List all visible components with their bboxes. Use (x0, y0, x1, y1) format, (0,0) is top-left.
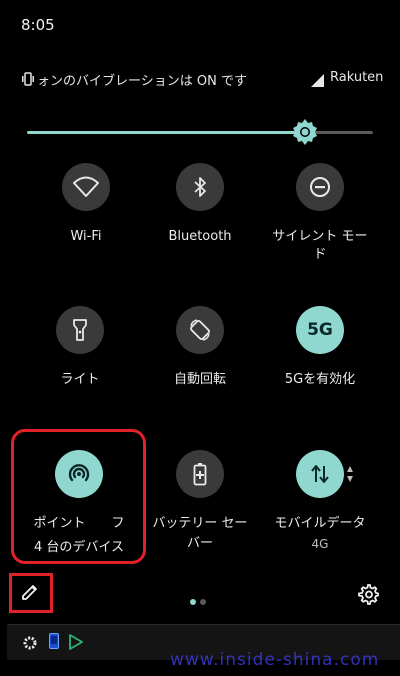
tile-label: ライト (60, 372, 100, 387)
bluetooth-icon (176, 163, 224, 211)
status-time: 8:05 (21, 16, 55, 34)
play-store-icon (69, 634, 83, 654)
do-not-disturb-icon (296, 163, 344, 211)
tile-5g[interactable]: 5G 5Gを有効化 (255, 306, 385, 436)
tile-label-line2: バー (186, 536, 213, 551)
settings-button[interactable] (357, 583, 379, 609)
signal-direction-icon (347, 466, 353, 486)
5g-icon-text: 5G (307, 320, 333, 340)
auto-rotate-icon (176, 306, 224, 354)
tile-subtitle: 4G (311, 537, 329, 551)
tile-wifi[interactable]: Wi-Fi (21, 163, 151, 293)
tile-label-line2: ド (313, 247, 327, 262)
watermark-text: www.inside-shina.com (170, 650, 380, 670)
battery-saver-icon (176, 450, 224, 498)
page-indicator (190, 590, 210, 609)
edit-button[interactable] (20, 582, 42, 604)
brightness-track-active (27, 131, 305, 134)
brightness-thumb[interactable] (291, 118, 319, 150)
brightness-slider[interactable] (0, 118, 400, 148)
tile-label: モバイルデータ (274, 516, 366, 531)
tile-do-not-disturb[interactable]: サイレント モー ド (255, 163, 385, 293)
page-dot-active (190, 599, 196, 605)
gear-icon (358, 584, 379, 605)
tile-label: サイレント モー (272, 229, 368, 244)
page-dot (200, 599, 206, 605)
carrier-name: Rakuten (330, 70, 384, 85)
flashlight-icon (56, 306, 104, 354)
tile-label: 5Gを有効化 (284, 372, 356, 387)
hotspot-highlight-box (11, 429, 146, 564)
wifi-icon (62, 163, 110, 211)
5g-icon: 5G (296, 306, 344, 354)
tile-auto-rotate[interactable]: 自動回転 (135, 306, 265, 436)
tile-label: Wi-Fi (70, 229, 102, 244)
pencil-icon (22, 585, 37, 600)
tile-mobile-data[interactable]: モバイルデータ 4G (255, 450, 385, 580)
gear-icon (23, 635, 37, 654)
signal-icon (311, 72, 324, 91)
vibrate-icon (22, 71, 34, 90)
phone-app-icon (49, 633, 59, 653)
tile-bluetooth[interactable]: Bluetooth (135, 163, 265, 293)
tile-battery-saver[interactable]: バッテリー セー バー (135, 450, 265, 580)
notice-row: ォンのバイブレーションは ON です Rakuten (0, 68, 400, 90)
tile-label: バッテリー セー (152, 516, 248, 531)
tile-label: 自動回転 (173, 372, 226, 387)
vibration-notice-text: ォンのバイブレーションは ON です (37, 74, 247, 89)
tile-label: Bluetooth (168, 229, 232, 244)
mobile-data-icon (296, 450, 344, 498)
tile-flashlight[interactable]: ライト (15, 306, 145, 436)
